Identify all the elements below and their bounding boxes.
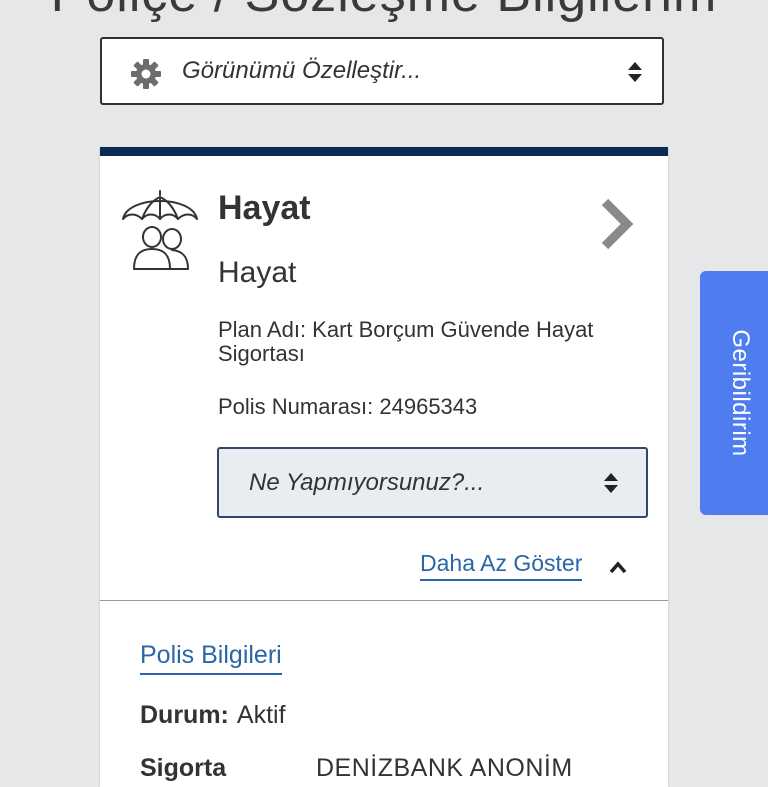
plan-name: Plan Adı: Kart Borçum Güvende Hayat Sigo… [218, 317, 594, 366]
insurer-value: DENİZBANK ANONİM [316, 754, 573, 782]
sort-arrows-icon [604, 473, 618, 493]
card-title: Hayat [218, 189, 311, 227]
show-less-link[interactable]: Daha Az Göster [420, 550, 583, 581]
action-select-label: Ne Yapmıyorsunuz?... [249, 469, 485, 496]
status-label: Durum: [140, 701, 229, 729]
status-value: Aktif [236, 701, 286, 729]
umbrella-people-icon [122, 190, 198, 270]
insurer-label: Sigorta [140, 754, 227, 782]
divider [100, 600, 668, 601]
page-title: Poliçe / Sözleşme Bilgilerim [0, 0, 768, 24]
card-subtitle: Hayat [218, 256, 297, 289]
feedback-tab[interactable]: Geribildirim [700, 271, 768, 515]
status-row: Durum: Aktif [140, 701, 286, 730]
policy-number: Polis Numarası: 24965343 [218, 394, 478, 419]
action-select[interactable]: Ne Yapmıyorsunuz?... [217, 447, 648, 518]
policy-info-link[interactable]: Polis Bilgileri [140, 641, 282, 675]
chevron-right-icon[interactable] [597, 196, 639, 252]
customize-view-label: Görünümü Özelleştir... [182, 57, 422, 84]
chevron-up-icon[interactable] [608, 560, 628, 574]
gear-icon [131, 59, 161, 89]
feedback-label: Geribildirim [727, 329, 754, 457]
sort-arrows-icon [628, 62, 642, 82]
customize-view-select[interactable]: Görünümü Özelleştir... [100, 37, 664, 105]
policy-card: Hayat Hayat Plan Adı: Kart Borçum Güvend… [100, 147, 668, 787]
